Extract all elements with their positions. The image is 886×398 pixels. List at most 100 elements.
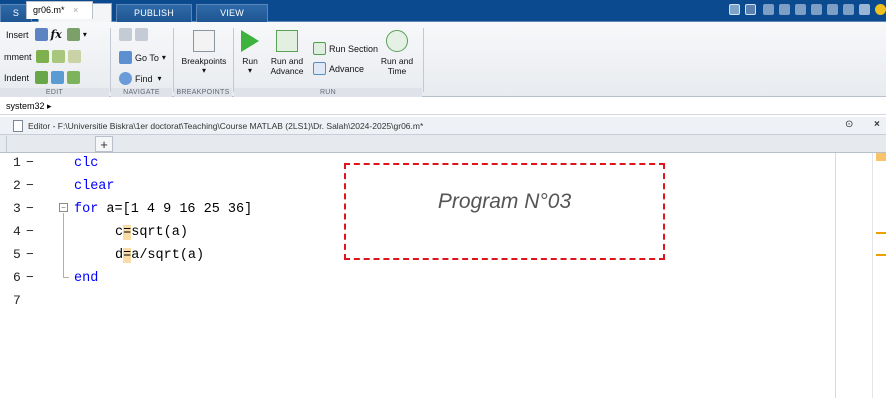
tab-view[interactable]: VIEW — [196, 4, 268, 22]
line-number: 5 — [13, 247, 21, 262]
editor-right-margin — [835, 153, 836, 398]
close-icon[interactable]: × — [874, 119, 880, 130]
close-tab-icon[interactable]: × — [73, 5, 78, 15]
find-button[interactable]: Find ▾ — [119, 72, 162, 85]
run-and-advance-icon — [276, 30, 298, 52]
line-number: 6 — [13, 270, 21, 285]
editor-ribbon: Insert fx ▾ mment Indent EDIT Go To ▾ Fi… — [0, 22, 886, 97]
run-icon — [241, 30, 259, 52]
outdent-icon[interactable] — [67, 71, 81, 84]
function-icon[interactable] — [66, 28, 80, 41]
annotation-box: Program N°03 — [344, 163, 665, 260]
forward-arrow-icon[interactable] — [135, 28, 148, 41]
help-icon[interactable] — [875, 4, 886, 15]
save-icon[interactable] — [745, 4, 756, 15]
paste-icon[interactable] — [795, 4, 806, 15]
code-var-c: c — [115, 225, 124, 240]
message-bar-scrollbar[interactable] — [872, 153, 886, 398]
line-marker[interactable]: − — [26, 224, 34, 239]
highlighted-equals: = — [123, 225, 132, 240]
goto-button[interactable]: Go To ▾ — [119, 51, 166, 64]
insert-label: Insert — [6, 29, 29, 40]
ribbon-separator — [110, 28, 111, 92]
back-arrow-icon[interactable] — [119, 28, 132, 41]
goto-label: Go To — [135, 52, 159, 63]
warning-summary-indicator[interactable] — [876, 153, 886, 161]
code-line-4[interactable]: c=sqrt(a) — [115, 225, 188, 240]
navigate-group-label: NAVIGATE — [111, 88, 172, 97]
tab-publish[interactable]: PUBLISH — [116, 4, 192, 22]
indent-icon[interactable] — [51, 71, 65, 84]
code-line-3-rest: a=[1 4 9 16 25 36] — [98, 202, 253, 217]
breakpoints-label: Breakpoints — [181, 56, 227, 66]
layout-icon[interactable] — [729, 4, 740, 15]
comment-row[interactable]: mment — [4, 50, 84, 63]
warning-marker[interactable] — [876, 254, 886, 256]
line-number: 4 — [13, 224, 21, 239]
document-tab-bar — [0, 135, 886, 153]
chevron-down-icon: ▾ — [201, 66, 206, 75]
chevron-down-icon[interactable]: ▾ — [83, 30, 87, 39]
keyword-for: for — [74, 202, 99, 217]
indent-label: Indent — [4, 72, 30, 83]
warning-marker[interactable] — [876, 232, 886, 234]
run-and-time-button[interactable]: Run and Time — [380, 30, 414, 76]
edit-group-label: EDIT — [0, 88, 109, 97]
line-number: 2 — [13, 178, 21, 193]
line-marker[interactable]: − — [26, 178, 34, 193]
editor-title: Editor - F:\Universitie Biskra\1er docto… — [28, 121, 424, 131]
copy-icon[interactable] — [779, 4, 790, 15]
line-marker[interactable]: − — [26, 247, 34, 262]
insert-icon — [34, 28, 48, 41]
tab-gr06[interactable]: gr06.m* × — [26, 1, 93, 19]
find-label: Find — [135, 73, 153, 84]
advance-label: Advance — [329, 63, 365, 74]
current-folder-bar[interactable]: system32 ▸ — [0, 98, 886, 115]
run-group-label: RUN — [234, 88, 422, 97]
run-and-time-label: Run and — [380, 56, 414, 66]
breakpoints-button[interactable]: Breakpoints ▾ — [178, 30, 230, 76]
comment-label: mment — [4, 51, 32, 62]
fold-toggle-icon[interactable]: − — [59, 203, 68, 212]
advance-button[interactable]: Advance — [313, 62, 364, 75]
add-tab-button[interactable]: + — [95, 136, 113, 152]
current-folder-path[interactable]: system32 ▸ — [6, 101, 52, 111]
run-and-time-icon — [386, 30, 408, 52]
wrap-comments-icon[interactable] — [67, 50, 81, 63]
run-section-button[interactable]: Run Section — [313, 42, 378, 55]
run-button[interactable]: Run ▾ — [237, 30, 263, 76]
line-marker[interactable]: − — [26, 155, 34, 170]
advance-icon — [313, 62, 326, 75]
insert-button[interactable]: Insert fx ▾ — [6, 28, 87, 41]
line-number: 3 — [13, 201, 21, 216]
undo-icon[interactable] — [811, 4, 822, 15]
fx-button[interactable]: fx — [51, 28, 62, 41]
switch-windows-icon[interactable] — [843, 4, 854, 15]
window-icon[interactable] — [859, 4, 870, 15]
code-line-2[interactable]: clear — [74, 179, 115, 194]
code-line-3[interactable]: for a=[1 4 9 16 25 36] — [74, 202, 252, 217]
smart-indent-icon[interactable] — [35, 71, 49, 84]
back-forward-buttons[interactable] — [119, 28, 151, 41]
annotation-text: Program N°03 — [437, 190, 572, 213]
tab-bar-divider — [6, 136, 7, 152]
cut-icon[interactable] — [763, 4, 774, 15]
code-line-5[interactable]: d=a/sqrt(a) — [115, 248, 204, 263]
comment-icon[interactable] — [35, 50, 49, 63]
redo-icon[interactable] — [827, 4, 838, 15]
code-line-6[interactable]: end — [74, 271, 98, 286]
line-marker[interactable]: − — [26, 201, 34, 216]
uncomment-icon[interactable] — [51, 50, 65, 63]
line-marker[interactable]: − — [26, 270, 34, 285]
run-label: Run — [242, 56, 258, 66]
chevron-down-icon: ▾ — [161, 53, 166, 62]
code-line-1[interactable]: clc — [74, 156, 98, 171]
fold-guide — [63, 213, 64, 277]
run-and-advance-button[interactable]: Run and Advance — [268, 30, 306, 76]
code-line-4-rest: sqrt(a) — [131, 225, 188, 240]
chevron-down-icon[interactable]: ⊙ — [845, 119, 853, 130]
indent-row[interactable]: Indent — [4, 71, 83, 84]
chevron-down-icon: ▾ — [247, 66, 252, 75]
run-and-advance-label: Run and — [270, 56, 304, 66]
code-editor[interactable]: 1 − 2 − 3 − 4 − 5 − 6 − 7 − clc clear fo… — [0, 153, 886, 398]
